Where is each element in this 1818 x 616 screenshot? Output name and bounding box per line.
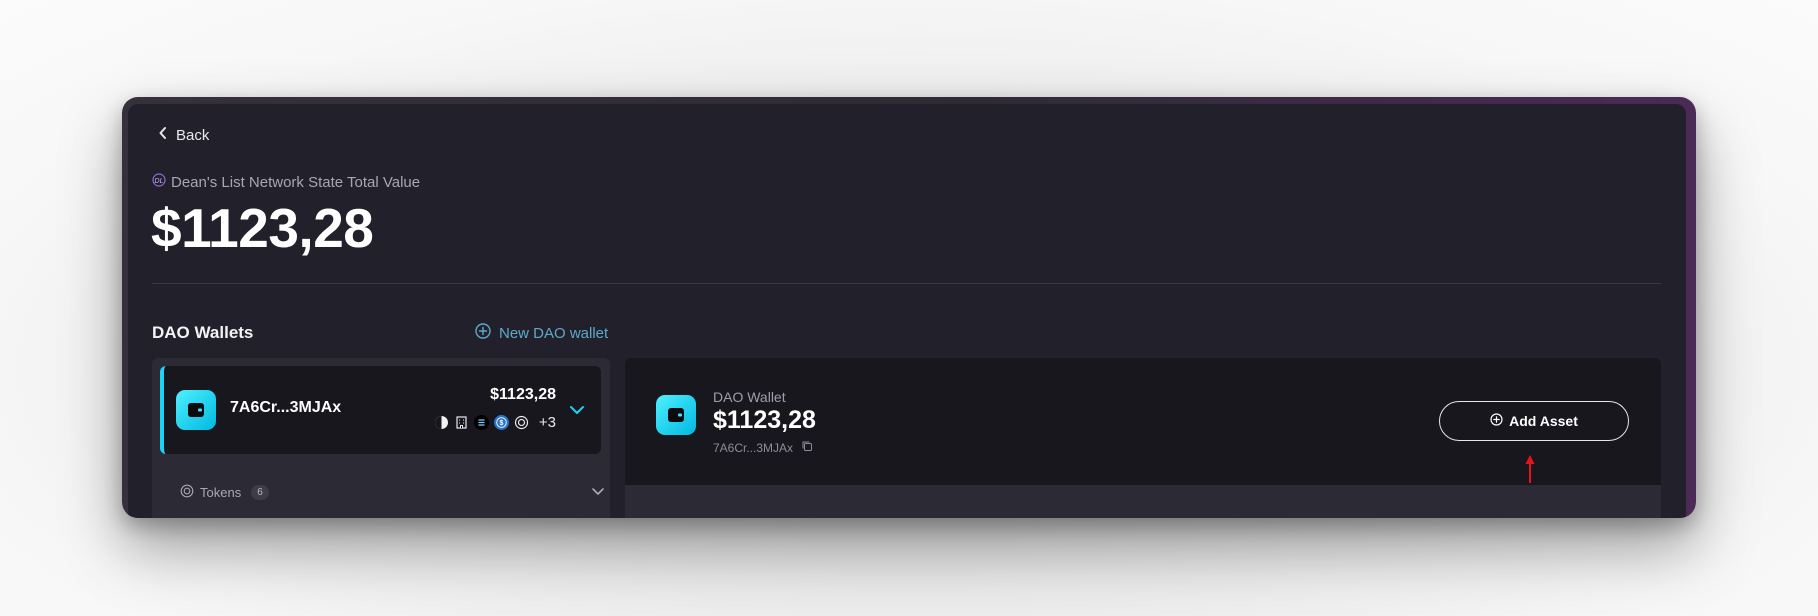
red-arrow-annotation bbox=[1525, 455, 1535, 483]
dao-wallet-label: DAO Wallet bbox=[713, 389, 786, 405]
network-state-subtitle: DL Dean's List Network State Total Value bbox=[152, 173, 420, 191]
wallet-list: 7A6Cr...3MJAx $1123,28 $ +3 Tokens 6 bbox=[152, 358, 610, 518]
dao-wallets-title: DAO Wallets bbox=[152, 323, 254, 342]
wallet-icon bbox=[656, 395, 696, 435]
building-token-icon bbox=[454, 415, 469, 430]
address-text: 7A6Cr...3MJAx bbox=[713, 440, 794, 455]
total-value: $1123,28 bbox=[151, 197, 374, 259]
dao-wallet-address: 7A6Cr...3MJAx bbox=[713, 440, 813, 455]
plus-circle-icon bbox=[1490, 413, 1503, 429]
divider bbox=[152, 283, 1661, 284]
token-ring-icon bbox=[180, 484, 194, 501]
new-dao-wallet-button[interactable]: New DAO wallet bbox=[475, 323, 608, 343]
stripes-token-icon bbox=[473, 415, 489, 430]
main-content: Back DL Dean's List Network State Total … bbox=[128, 104, 1686, 518]
chevron-left-icon bbox=[158, 126, 168, 144]
wallet-detail-header: DAO Wallet $1123,28 7A6Cr...3MJAx Add As… bbox=[625, 358, 1661, 485]
more-assets-count: +3 bbox=[538, 414, 556, 431]
back-label: Back bbox=[176, 126, 210, 144]
add-asset-label: Add Asset bbox=[1509, 413, 1578, 429]
svg-text:$: $ bbox=[499, 420, 503, 427]
add-asset-button[interactable]: Add Asset bbox=[1439, 401, 1629, 441]
wallet-card[interactable]: 7A6Cr...3MJAx $1123,28 $ +3 bbox=[160, 366, 601, 454]
ring-token-icon bbox=[514, 415, 529, 430]
back-button[interactable]: Back bbox=[158, 126, 209, 144]
plus-circle-icon bbox=[475, 323, 491, 343]
chevron-down-icon[interactable] bbox=[569, 402, 585, 420]
wallet-detail-panel: DAO Wallet $1123,28 7A6Cr...3MJAx Add As… bbox=[625, 358, 1661, 518]
half-circle-token-icon bbox=[434, 415, 449, 430]
new-dao-wallet-label: New DAO wallet bbox=[499, 324, 609, 342]
wallet-value: $1123,28 bbox=[490, 386, 556, 403]
tokens-label: Tokens bbox=[200, 485, 242, 500]
subtitle-text: Dean's List Network State Total Value bbox=[171, 173, 421, 191]
usdc-token-icon: $ bbox=[493, 415, 509, 430]
wallet-name: 7A6Cr...3MJAx bbox=[230, 399, 342, 416]
tokens-count-badge: 6 bbox=[251, 485, 269, 500]
tokens-chevron-down-icon[interactable] bbox=[591, 484, 605, 502]
dao-wallet-value: $1123,28 bbox=[713, 406, 816, 434]
tokens-toggle[interactable]: Tokens 6 bbox=[180, 484, 269, 501]
app-window: Back DL Dean's List Network State Total … bbox=[122, 97, 1696, 518]
deans-list-logo-icon: DL bbox=[152, 173, 166, 191]
svg-text:DL: DL bbox=[155, 178, 164, 185]
copy-icon[interactable] bbox=[801, 440, 813, 455]
wallet-asset-icons: $ +3 bbox=[434, 414, 556, 431]
wallet-icon bbox=[176, 390, 216, 430]
